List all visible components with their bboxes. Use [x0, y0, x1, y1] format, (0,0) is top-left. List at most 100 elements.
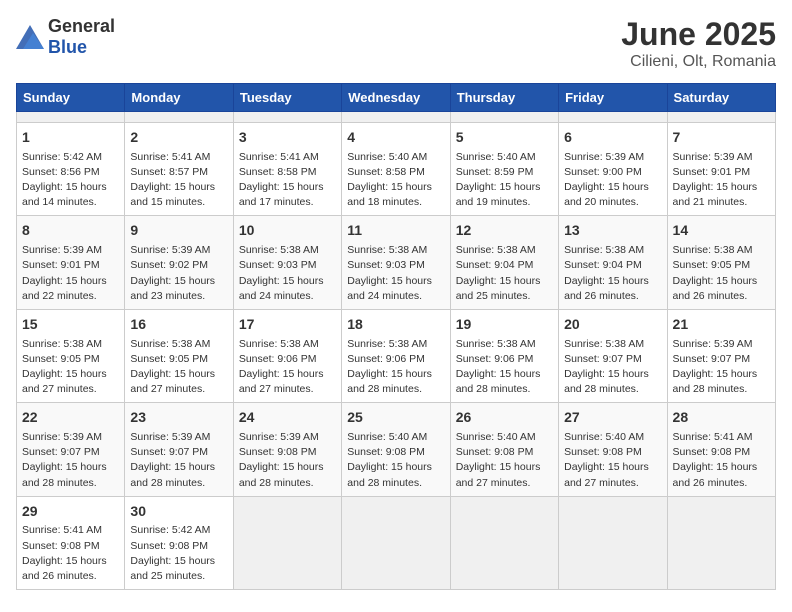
calendar-cell: 16Sunrise: 5:38 AMSunset: 9:05 PMDayligh…	[125, 309, 233, 402]
day-number: 6	[564, 128, 661, 148]
day-number: 5	[456, 128, 553, 148]
page-header: General Blue June 2025 Cilieni, Olt, Rom…	[16, 16, 776, 71]
day-info: Sunrise: 5:41 AMSunset: 9:08 PMDaylight:…	[22, 523, 119, 584]
day-info: Sunrise: 5:42 AMSunset: 8:56 PMDaylight:…	[22, 150, 119, 211]
day-info: Sunrise: 5:42 AMSunset: 9:08 PMDaylight:…	[130, 523, 227, 584]
header-day: Monday	[125, 84, 233, 112]
day-number: 22	[22, 408, 119, 428]
day-info: Sunrise: 5:38 AMSunset: 9:06 PMDaylight:…	[239, 337, 336, 398]
calendar-week-row: 15Sunrise: 5:38 AMSunset: 9:05 PMDayligh…	[17, 309, 776, 402]
calendar-cell: 8Sunrise: 5:39 AMSunset: 9:01 PMDaylight…	[17, 216, 125, 309]
calendar-cell: 27Sunrise: 5:40 AMSunset: 9:08 PMDayligh…	[559, 403, 667, 496]
header-day: Saturday	[667, 84, 775, 112]
day-info: Sunrise: 5:38 AMSunset: 9:06 PMDaylight:…	[456, 337, 553, 398]
day-number: 16	[130, 315, 227, 335]
calendar-cell: 13Sunrise: 5:38 AMSunset: 9:04 PMDayligh…	[559, 216, 667, 309]
day-info: Sunrise: 5:40 AMSunset: 9:08 PMDaylight:…	[564, 430, 661, 491]
calendar-cell: 10Sunrise: 5:38 AMSunset: 9:03 PMDayligh…	[233, 216, 341, 309]
day-info: Sunrise: 5:40 AMSunset: 9:08 PMDaylight:…	[347, 430, 444, 491]
header-day: Sunday	[17, 84, 125, 112]
day-info: Sunrise: 5:38 AMSunset: 9:05 PMDaylight:…	[22, 337, 119, 398]
day-number: 23	[130, 408, 227, 428]
day-info: Sunrise: 5:39 AMSunset: 9:02 PMDaylight:…	[130, 243, 227, 304]
day-info: Sunrise: 5:41 AMSunset: 9:08 PMDaylight:…	[673, 430, 770, 491]
calendar-cell	[342, 496, 450, 589]
calendar-cell	[342, 112, 450, 123]
calendar-cell: 9Sunrise: 5:39 AMSunset: 9:02 PMDaylight…	[125, 216, 233, 309]
calendar-title: June 2025	[621, 16, 776, 53]
day-info: Sunrise: 5:38 AMSunset: 9:06 PMDaylight:…	[347, 337, 444, 398]
day-number: 27	[564, 408, 661, 428]
calendar-cell: 15Sunrise: 5:38 AMSunset: 9:05 PMDayligh…	[17, 309, 125, 402]
day-number: 1	[22, 128, 119, 148]
calendar-table: SundayMondayTuesdayWednesdayThursdayFrid…	[16, 83, 776, 590]
day-number: 26	[456, 408, 553, 428]
calendar-cell: 6Sunrise: 5:39 AMSunset: 9:00 PMDaylight…	[559, 123, 667, 216]
day-info: Sunrise: 5:38 AMSunset: 9:05 PMDaylight:…	[130, 337, 227, 398]
calendar-cell	[667, 496, 775, 589]
day-info: Sunrise: 5:38 AMSunset: 9:05 PMDaylight:…	[673, 243, 770, 304]
calendar-week-row	[17, 112, 776, 123]
day-info: Sunrise: 5:39 AMSunset: 9:07 PMDaylight:…	[673, 337, 770, 398]
day-number: 21	[673, 315, 770, 335]
day-number: 19	[456, 315, 553, 335]
day-info: Sunrise: 5:40 AMSunset: 8:58 PMDaylight:…	[347, 150, 444, 211]
day-number: 28	[673, 408, 770, 428]
calendar-week-row: 29Sunrise: 5:41 AMSunset: 9:08 PMDayligh…	[17, 496, 776, 589]
day-info: Sunrise: 5:39 AMSunset: 9:01 PMDaylight:…	[673, 150, 770, 211]
calendar-cell: 29Sunrise: 5:41 AMSunset: 9:08 PMDayligh…	[17, 496, 125, 589]
header-day: Wednesday	[342, 84, 450, 112]
calendar-cell	[125, 112, 233, 123]
day-info: Sunrise: 5:39 AMSunset: 9:00 PMDaylight:…	[564, 150, 661, 211]
day-number: 14	[673, 221, 770, 241]
day-number: 29	[22, 502, 119, 522]
calendar-cell	[450, 496, 558, 589]
day-number: 18	[347, 315, 444, 335]
header-row: SundayMondayTuesdayWednesdayThursdayFrid…	[17, 84, 776, 112]
logo-icon	[16, 25, 44, 49]
day-number: 30	[130, 502, 227, 522]
header-day: Tuesday	[233, 84, 341, 112]
calendar-week-row: 22Sunrise: 5:39 AMSunset: 9:07 PMDayligh…	[17, 403, 776, 496]
day-number: 11	[347, 221, 444, 241]
day-number: 12	[456, 221, 553, 241]
day-number: 24	[239, 408, 336, 428]
day-number: 2	[130, 128, 227, 148]
calendar-week-row: 8Sunrise: 5:39 AMSunset: 9:01 PMDaylight…	[17, 216, 776, 309]
day-info: Sunrise: 5:38 AMSunset: 9:07 PMDaylight:…	[564, 337, 661, 398]
calendar-cell: 28Sunrise: 5:41 AMSunset: 9:08 PMDayligh…	[667, 403, 775, 496]
day-number: 10	[239, 221, 336, 241]
header-day: Thursday	[450, 84, 558, 112]
calendar-cell: 30Sunrise: 5:42 AMSunset: 9:08 PMDayligh…	[125, 496, 233, 589]
day-info: Sunrise: 5:40 AMSunset: 8:59 PMDaylight:…	[456, 150, 553, 211]
day-number: 15	[22, 315, 119, 335]
header-day: Friday	[559, 84, 667, 112]
day-number: 4	[347, 128, 444, 148]
calendar-cell: 23Sunrise: 5:39 AMSunset: 9:07 PMDayligh…	[125, 403, 233, 496]
day-number: 20	[564, 315, 661, 335]
day-number: 9	[130, 221, 227, 241]
calendar-cell	[667, 112, 775, 123]
day-info: Sunrise: 5:38 AMSunset: 9:03 PMDaylight:…	[239, 243, 336, 304]
calendar-cell: 4Sunrise: 5:40 AMSunset: 8:58 PMDaylight…	[342, 123, 450, 216]
calendar-cell	[17, 112, 125, 123]
calendar-cell: 12Sunrise: 5:38 AMSunset: 9:04 PMDayligh…	[450, 216, 558, 309]
day-number: 25	[347, 408, 444, 428]
day-info: Sunrise: 5:41 AMSunset: 8:58 PMDaylight:…	[239, 150, 336, 211]
day-info: Sunrise: 5:38 AMSunset: 9:04 PMDaylight:…	[456, 243, 553, 304]
day-info: Sunrise: 5:39 AMSunset: 9:07 PMDaylight:…	[22, 430, 119, 491]
calendar-cell: 21Sunrise: 5:39 AMSunset: 9:07 PMDayligh…	[667, 309, 775, 402]
day-info: Sunrise: 5:41 AMSunset: 8:57 PMDaylight:…	[130, 150, 227, 211]
calendar-cell	[559, 112, 667, 123]
calendar-cell: 1Sunrise: 5:42 AMSunset: 8:56 PMDaylight…	[17, 123, 125, 216]
calendar-cell: 20Sunrise: 5:38 AMSunset: 9:07 PMDayligh…	[559, 309, 667, 402]
title-block: June 2025 Cilieni, Olt, Romania	[621, 16, 776, 71]
calendar-cell: 2Sunrise: 5:41 AMSunset: 8:57 PMDaylight…	[125, 123, 233, 216]
calendar-cell: 14Sunrise: 5:38 AMSunset: 9:05 PMDayligh…	[667, 216, 775, 309]
calendar-cell: 19Sunrise: 5:38 AMSunset: 9:06 PMDayligh…	[450, 309, 558, 402]
calendar-cell: 5Sunrise: 5:40 AMSunset: 8:59 PMDaylight…	[450, 123, 558, 216]
calendar-cell	[233, 496, 341, 589]
logo-blue: Blue	[48, 37, 87, 57]
calendar-cell: 7Sunrise: 5:39 AMSunset: 9:01 PMDaylight…	[667, 123, 775, 216]
calendar-cell	[559, 496, 667, 589]
